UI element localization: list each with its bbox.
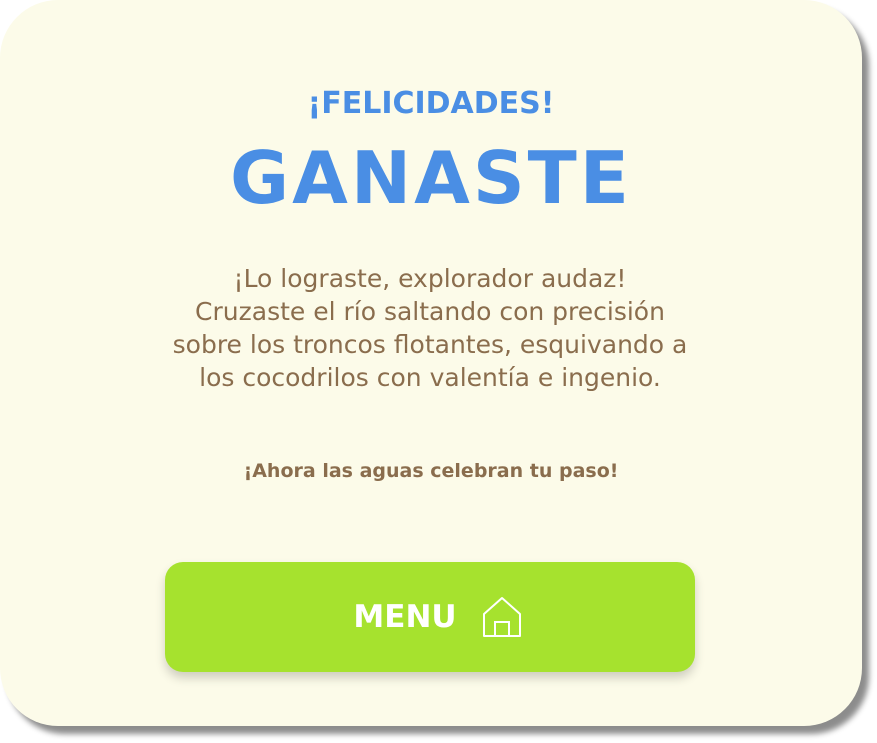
victory-dialog: ¡FELICIDADES! GANASTE ¡Lo lograste, expl… <box>0 0 862 726</box>
home-icon <box>479 594 525 640</box>
victory-message: ¡Lo lograste, explorador audaz! Cruzaste… <box>172 264 688 392</box>
menu-button[interactable]: MENU <box>165 562 695 672</box>
victory-tagline: ¡Ahora las aguas celebran tu paso! <box>243 460 619 482</box>
victory-title: GANASTE <box>230 136 632 220</box>
menu-button-label: MENU <box>353 599 457 635</box>
congratulations-subtitle: ¡FELICIDADES! <box>307 86 555 121</box>
